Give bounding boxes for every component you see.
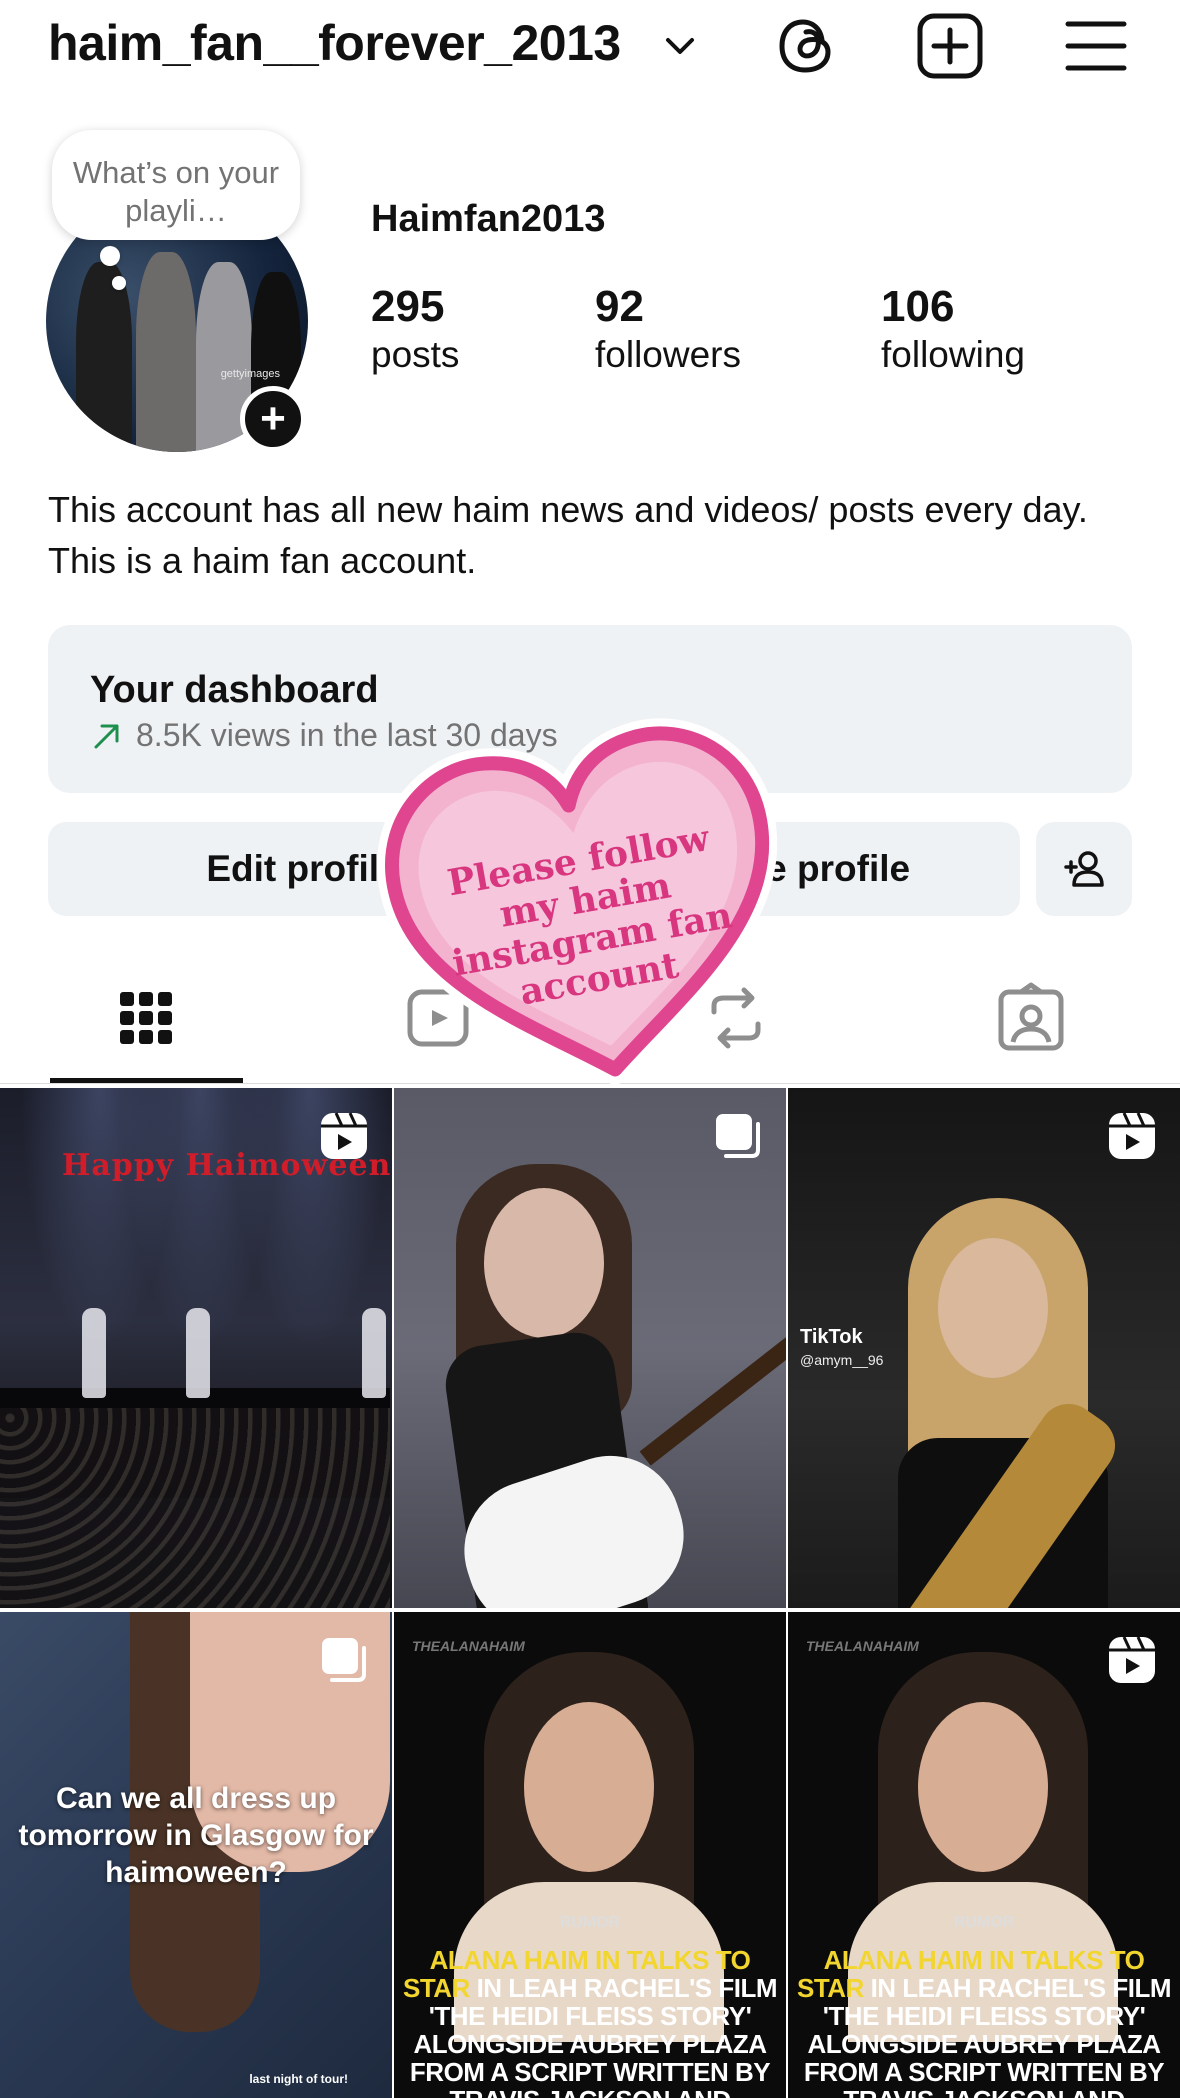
post-5-watermark: THEALANAHAIM bbox=[412, 1638, 525, 1654]
avatar-watermark: gettyimages bbox=[220, 368, 280, 380]
dashboard-title: Your dashboard bbox=[90, 669, 379, 711]
menu-icon[interactable] bbox=[1060, 10, 1132, 82]
stat-followers-count: 92 bbox=[595, 282, 644, 331]
stat-following-label: following bbox=[881, 334, 1025, 375]
note-bubble-tail-small bbox=[112, 276, 126, 290]
add-story-plus-icon[interactable]: + bbox=[240, 386, 306, 452]
display-name: Haimfan2013 bbox=[371, 198, 606, 240]
tiktok-handle: @amym__96 bbox=[800, 1352, 884, 1368]
threads-icon[interactable] bbox=[770, 10, 842, 82]
tagged-icon[interactable] bbox=[995, 982, 1067, 1054]
carousel-icon bbox=[712, 1110, 764, 1162]
stat-posts-count: 295 bbox=[371, 282, 445, 331]
top-bar: haim_fan__forever_2013 bbox=[0, 0, 1180, 96]
stat-posts[interactable]: 295 posts bbox=[371, 282, 459, 378]
stat-following-count: 106 bbox=[881, 282, 955, 331]
posts-grid: Happy Haimoween TikTok @amym__96 Can we … bbox=[0, 1088, 1180, 2098]
active-tab-indicator bbox=[50, 1078, 243, 1083]
reel-icon bbox=[318, 1110, 370, 1162]
post-tile-1[interactable]: Happy Haimoween bbox=[0, 1088, 392, 1608]
post-tile-2[interactable] bbox=[394, 1088, 786, 1608]
post-tile-5[interactable]: THEALANAHAIM RUMOR ALANA HAIM IN TALKS T… bbox=[394, 1612, 786, 2098]
grid-icon[interactable] bbox=[110, 982, 182, 1054]
note-bubble-tail bbox=[100, 246, 120, 266]
post-6-headline: ALANA HAIM IN TALKS TO STAR IN LEAH RACH… bbox=[796, 1945, 1172, 2098]
add-person-icon bbox=[1064, 851, 1104, 887]
tiktok-overlay: TikTok bbox=[800, 1326, 863, 1348]
trend-up-arrow-icon bbox=[94, 724, 119, 748]
post-tile-4[interactable]: Can we all dress up tomorrow in Glasgow … bbox=[0, 1612, 392, 2098]
post-4-caption: Can we all dress up tomorrow in Glasgow … bbox=[18, 1782, 374, 1889]
post-6-tag: RUMOR bbox=[953, 1914, 1015, 1931]
note-bubble[interactable]: What’s on your playli… bbox=[52, 130, 300, 240]
post-4-small-text: last night of tour! bbox=[249, 2072, 348, 2086]
post-5-headline: ALANA HAIM IN TALKS TO STAR IN LEAH RACH… bbox=[402, 1945, 778, 2098]
carousel-icon bbox=[318, 1634, 370, 1686]
new-post-icon[interactable] bbox=[914, 10, 986, 82]
discover-people-button[interactable] bbox=[1036, 822, 1132, 916]
reel-icon bbox=[1106, 1110, 1158, 1162]
stat-posts-label: posts bbox=[371, 334, 460, 375]
post-tile-6[interactable]: THEALANAHAIM RUMOR ALANA HAIM IN TALKS T… bbox=[788, 1612, 1180, 2098]
profile-bio: This account has all new haim news and v… bbox=[48, 489, 1088, 581]
stat-followers[interactable]: 92 followers bbox=[595, 282, 741, 378]
chevron-down-icon[interactable] bbox=[660, 26, 700, 66]
heart-sticker: Please follow my haim instagram fan acco… bbox=[370, 712, 802, 1096]
post-5-tag: RUMOR bbox=[559, 1914, 621, 1931]
stat-following[interactable]: 106 following bbox=[881, 282, 1025, 378]
stat-followers-label: followers bbox=[595, 334, 741, 375]
post-tile-3[interactable]: TikTok @amym__96 bbox=[788, 1088, 1180, 1608]
reel-icon bbox=[1106, 1634, 1158, 1686]
post-6-watermark: THEALANAHAIM bbox=[806, 1638, 919, 1654]
account-username[interactable]: haim_fan__forever_2013 bbox=[48, 14, 621, 72]
